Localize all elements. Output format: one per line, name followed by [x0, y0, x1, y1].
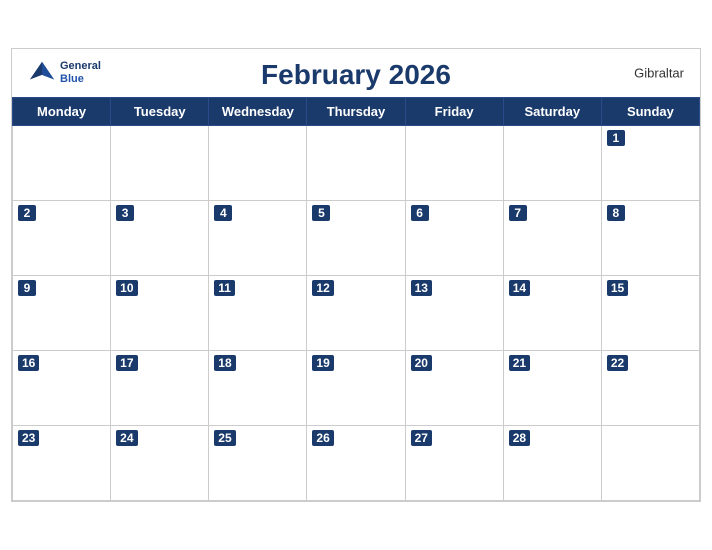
day-number: 11 — [214, 280, 235, 296]
day-number: 22 — [607, 355, 628, 371]
calendar-cell — [601, 426, 699, 501]
calendar-cell: 10 — [111, 276, 209, 351]
day-number: 19 — [312, 355, 333, 371]
calendar-cell: 6 — [405, 201, 503, 276]
calendar-cell: 22 — [601, 351, 699, 426]
day-number: 23 — [18, 430, 39, 446]
day-number: 7 — [509, 205, 527, 221]
calendar-cell: 8 — [601, 201, 699, 276]
calendar-cell: 27 — [405, 426, 503, 501]
calendar-cell: 19 — [307, 351, 405, 426]
header-tuesday: Tuesday — [111, 98, 209, 126]
day-number: 2 — [18, 205, 36, 221]
calendar-cell: 12 — [307, 276, 405, 351]
calendar-cell — [503, 126, 601, 201]
month-title: February 2026 — [261, 59, 451, 91]
calendar-body: 1234567891011121314151617181920212223242… — [13, 126, 700, 501]
calendar-cell: 25 — [209, 426, 307, 501]
day-number: 20 — [411, 355, 432, 371]
header-thursday: Thursday — [307, 98, 405, 126]
day-number: 21 — [509, 355, 530, 371]
calendar-cell — [307, 126, 405, 201]
country-label: Gibraltar — [634, 66, 684, 81]
calendar-week-row: 9 10 11 12 13 14 15 — [13, 276, 700, 351]
calendar-week-row: 2 3 4 5 6 7 8 — [13, 201, 700, 276]
day-number: 9 — [18, 280, 36, 296]
calendar-cell: 11 — [209, 276, 307, 351]
calendar-cell: 23 — [13, 426, 111, 501]
day-number: 17 — [116, 355, 137, 371]
calendar-cell: 7 — [503, 201, 601, 276]
day-number: 13 — [411, 280, 432, 296]
weekday-header-row: Monday Tuesday Wednesday Thursday Friday… — [13, 98, 700, 126]
calendar-cell — [111, 126, 209, 201]
header-friday: Friday — [405, 98, 503, 126]
logo-area: General Blue — [28, 59, 101, 87]
calendar-week-row: 23 24 25 26 27 28 — [13, 426, 700, 501]
calendar-cell: 28 — [503, 426, 601, 501]
calendar-cell: 4 — [209, 201, 307, 276]
calendar-cell: 3 — [111, 201, 209, 276]
calendar-cell: 24 — [111, 426, 209, 501]
day-number: 26 — [312, 430, 333, 446]
day-number: 10 — [116, 280, 137, 296]
calendar-cell: 16 — [13, 351, 111, 426]
day-number: 4 — [214, 205, 232, 221]
calendar-week-row: 16 17 18 19 20 21 22 — [13, 351, 700, 426]
day-number: 25 — [214, 430, 235, 446]
header-sunday: Sunday — [601, 98, 699, 126]
day-number: 1 — [607, 130, 625, 146]
day-number: 28 — [509, 430, 530, 446]
calendar-cell: 13 — [405, 276, 503, 351]
calendar-week-row: 1 — [13, 126, 700, 201]
day-number: 18 — [214, 355, 235, 371]
calendar-cell: 14 — [503, 276, 601, 351]
day-number: 8 — [607, 205, 625, 221]
day-number: 24 — [116, 430, 137, 446]
day-number: 3 — [116, 205, 134, 221]
header-wednesday: Wednesday — [209, 98, 307, 126]
calendar-cell — [405, 126, 503, 201]
day-number: 12 — [312, 280, 333, 296]
calendar-cell: 21 — [503, 351, 601, 426]
day-number: 15 — [607, 280, 628, 296]
calendar-cell — [13, 126, 111, 201]
calendar-cell: 9 — [13, 276, 111, 351]
calendar-cell — [209, 126, 307, 201]
calendar-cell: 1 — [601, 126, 699, 201]
calendar-cell: 20 — [405, 351, 503, 426]
calendar-cell: 15 — [601, 276, 699, 351]
calendar-cell: 18 — [209, 351, 307, 426]
day-number: 14 — [509, 280, 530, 296]
calendar-cell: 2 — [13, 201, 111, 276]
day-number: 27 — [411, 430, 432, 446]
calendar-table: Monday Tuesday Wednesday Thursday Friday… — [12, 97, 700, 501]
logo-text: General Blue — [60, 60, 101, 86]
logo-icon — [28, 59, 56, 87]
calendar-cell: 17 — [111, 351, 209, 426]
calendar-cell: 26 — [307, 426, 405, 501]
day-number: 16 — [18, 355, 39, 371]
day-number: 5 — [312, 205, 330, 221]
calendar-header: General Blue February 2026 Gibraltar — [12, 49, 700, 97]
header-saturday: Saturday — [503, 98, 601, 126]
header-monday: Monday — [13, 98, 111, 126]
calendar-cell: 5 — [307, 201, 405, 276]
calendar: General Blue February 2026 Gibraltar Mon… — [11, 48, 701, 502]
day-number: 6 — [411, 205, 429, 221]
